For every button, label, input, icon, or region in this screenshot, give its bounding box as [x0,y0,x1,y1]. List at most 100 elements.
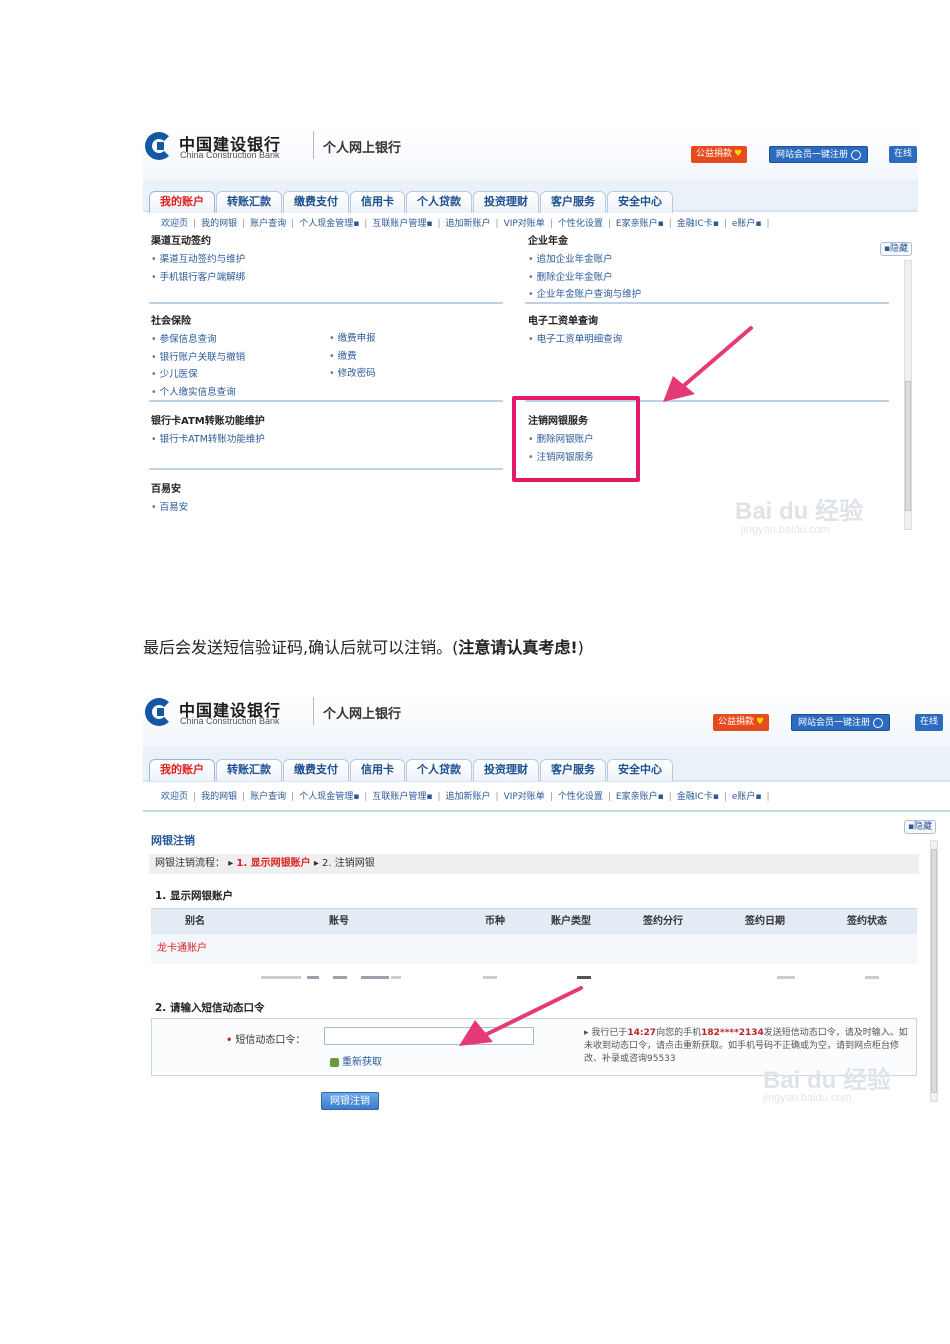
section-baiyian: 百易安 百易安 [151,480,188,517]
subnav-item[interactable]: 追加新账户 [446,219,491,229]
subnav-item[interactable]: 金融IC卡▪ [677,792,719,802]
subnav-item[interactable]: e账户▪ [732,792,762,802]
watermark: Bai du 经验 [735,498,864,525]
tab-investment[interactable]: 投资理财 [473,191,539,213]
subnav-item[interactable]: 互联账户管理▪ [372,219,432,229]
subnav-item[interactable]: 欢迎页 [161,219,188,229]
subnav-item[interactable]: 账户查询 [250,792,286,802]
online-button[interactable]: 在线 [889,146,918,163]
menu-link[interactable]: 个人缴实信息查询 [151,384,245,402]
section-atm: 银行卡ATM转账功能维护 银行卡ATM转账功能维护 [151,412,265,449]
tab-security[interactable]: 安全中心 [607,191,673,213]
donation-button[interactable]: 公益捐款 ♥ [713,714,770,731]
hide-button[interactable]: ▪隐藏 [880,242,912,256]
col-header: 签约分行 [643,916,683,927]
menu-link[interactable]: 缴费 [329,348,376,366]
subnav-item[interactable]: 个性化设置 [558,792,603,802]
tab-customer-service[interactable]: 客户服务 [540,759,606,781]
header-divider [313,131,314,159]
section-channel: 渠道互动签约 渠道互动签约与维护 手机银行客户端解绑 [151,232,245,286]
subnav-item[interactable]: 我的网银 [201,219,237,229]
table-row[interactable]: 龙卡通账户 [151,934,917,964]
header-divider [313,697,314,725]
subnav-item[interactable]: 欢迎页 [161,792,188,802]
section-social-insurance-b: 缴费申报 缴费 修改密码 [329,330,376,383]
menu-link[interactable]: 追加企业年金账户 [528,251,641,269]
section-title: 渠道互动签约 [151,236,211,247]
cancel-ebank-button[interactable]: 网银注销 [321,1092,379,1110]
divider [525,302,889,304]
subnav-item[interactable]: 个性化设置 [558,219,603,229]
tab-loan[interactable]: 个人贷款 [406,191,472,213]
subnav-item[interactable]: 金融IC卡▪ [677,219,719,229]
subnav-item[interactable]: e账户▪ [732,219,762,229]
tab-security[interactable]: 安全中心 [607,759,673,781]
scrollbar-thumb[interactable] [905,381,911,511]
menu-link[interactable]: 缴费申报 [329,330,376,348]
col-header: 签约日期 [745,916,785,927]
tab-payment[interactable]: 缴费支付 [283,191,349,213]
member-register-button[interactable]: 网站会员一键注册 [791,714,891,731]
process-steps: 网银注销流程： ▸ 1. 显示网银账户 ▸ 2. 注销网银 [149,854,919,874]
site-title: 个人网上银行 [323,141,402,156]
subnav-item[interactable]: VIP对账单 [504,792,545,802]
divider [149,468,503,470]
scrollbar-thumb[interactable] [931,849,937,1093]
heart-icon: ♥ [756,717,765,727]
menu-link[interactable]: 修改密码 [329,365,376,383]
subnav-item[interactable]: VIP对账单 [504,219,545,229]
subnav-item[interactable]: 我的网银 [201,792,237,802]
col-header: 币种 [485,916,505,927]
tab-investment[interactable]: 投资理财 [473,759,539,781]
subnav-item[interactable]: 互联账户管理▪ [372,792,432,802]
online-button[interactable]: 在线 [915,714,944,731]
heart-icon: ♥ [734,149,743,159]
menu-link[interactable]: 参保信息查询 [151,331,245,349]
tab-transfer[interactable]: 转账汇款 [216,191,282,213]
subnav-item[interactable]: 追加新账户 [446,792,491,802]
menu-link[interactable]: 电子工资单明细查询 [528,331,623,349]
menu-link[interactable]: 银行卡ATM转账功能维护 [151,431,265,449]
table-header: 别名 账号 币种 账户类型 签约分行 签约日期 签约状态 [151,908,917,934]
main-tabs: 我的账户 转账汇款 缴费支付 信用卡 个人贷款 投资理财 客户服务 安全中心 [143,180,918,213]
step-current: 1. 显示网银账户 [236,858,311,869]
subnav-item[interactable]: 个人现金管理▪ [299,792,359,802]
menu-link[interactable]: 少儿医保 [151,366,245,384]
section-payroll: 电子工资单查询 电子工资单明细查询 [528,312,622,349]
donation-button[interactable]: 公益捐款 ♥ [691,146,748,163]
tab-credit-card[interactable]: 信用卡 [350,191,405,213]
resend-otp-link[interactable]: 重新获取 [330,1053,382,1068]
menu-link[interactable]: 百易安 [151,499,189,517]
menu-link[interactable]: 企业年金账户查询与维护 [528,286,642,304]
subnav-item[interactable]: E家亲账户▪ [616,792,664,802]
menu-link[interactable]: 渠道互动签约与维护 [151,251,246,269]
ccb-logo-icon [145,698,173,726]
scrollbar[interactable] [930,840,938,1102]
caption: 最后会发送短信验证码,确认后就可以注销。(注意请认真考虑!) [143,638,584,657]
tab-transfer[interactable]: 转账汇款 [216,759,282,781]
subnav-item[interactable]: E家亲账户▪ [616,219,664,229]
menu-link[interactable]: 手机银行客户端解绑 [151,269,246,287]
scrollbar[interactable] [904,260,912,530]
otp-label: • 短信动态口令： [226,1035,306,1046]
col-header: 账户类型 [551,916,591,927]
menu-link[interactable]: 删除企业年金账户 [528,269,641,287]
subnav-item[interactable]: 账户查询 [250,219,286,229]
section-title: 银行卡ATM转账功能维护 [151,416,265,427]
tab-loan[interactable]: 个人贷款 [406,759,472,781]
tab-payment[interactable]: 缴费支付 [283,759,349,781]
tab-customer-service[interactable]: 客户服务 [540,191,606,213]
section-title: 电子工资单查询 [528,316,598,327]
tab-credit-card[interactable]: 信用卡 [350,759,405,781]
bank-header: 中国建设银行 China Construction Bank 个人网上银行 公益… [143,128,918,180]
section-annuity: 企业年金 追加企业年金账户 删除企业年金账户 企业年金账户查询与维护 [528,232,641,304]
member-register-button[interactable]: 网站会员一键注册 [769,146,869,163]
obscured-values [261,976,901,980]
bank-name-en: China Construction Bank [180,716,280,726]
refresh-icon [330,1057,339,1067]
tab-my-account[interactable]: 我的账户 [149,759,215,781]
menu-link[interactable]: 银行账户关联与撤销 [151,349,246,367]
tab-my-account[interactable]: 我的账户 [149,191,215,213]
subnav-item[interactable]: 个人现金管理▪ [299,219,359,229]
hide-button[interactable]: ▪隐藏 [904,820,936,834]
